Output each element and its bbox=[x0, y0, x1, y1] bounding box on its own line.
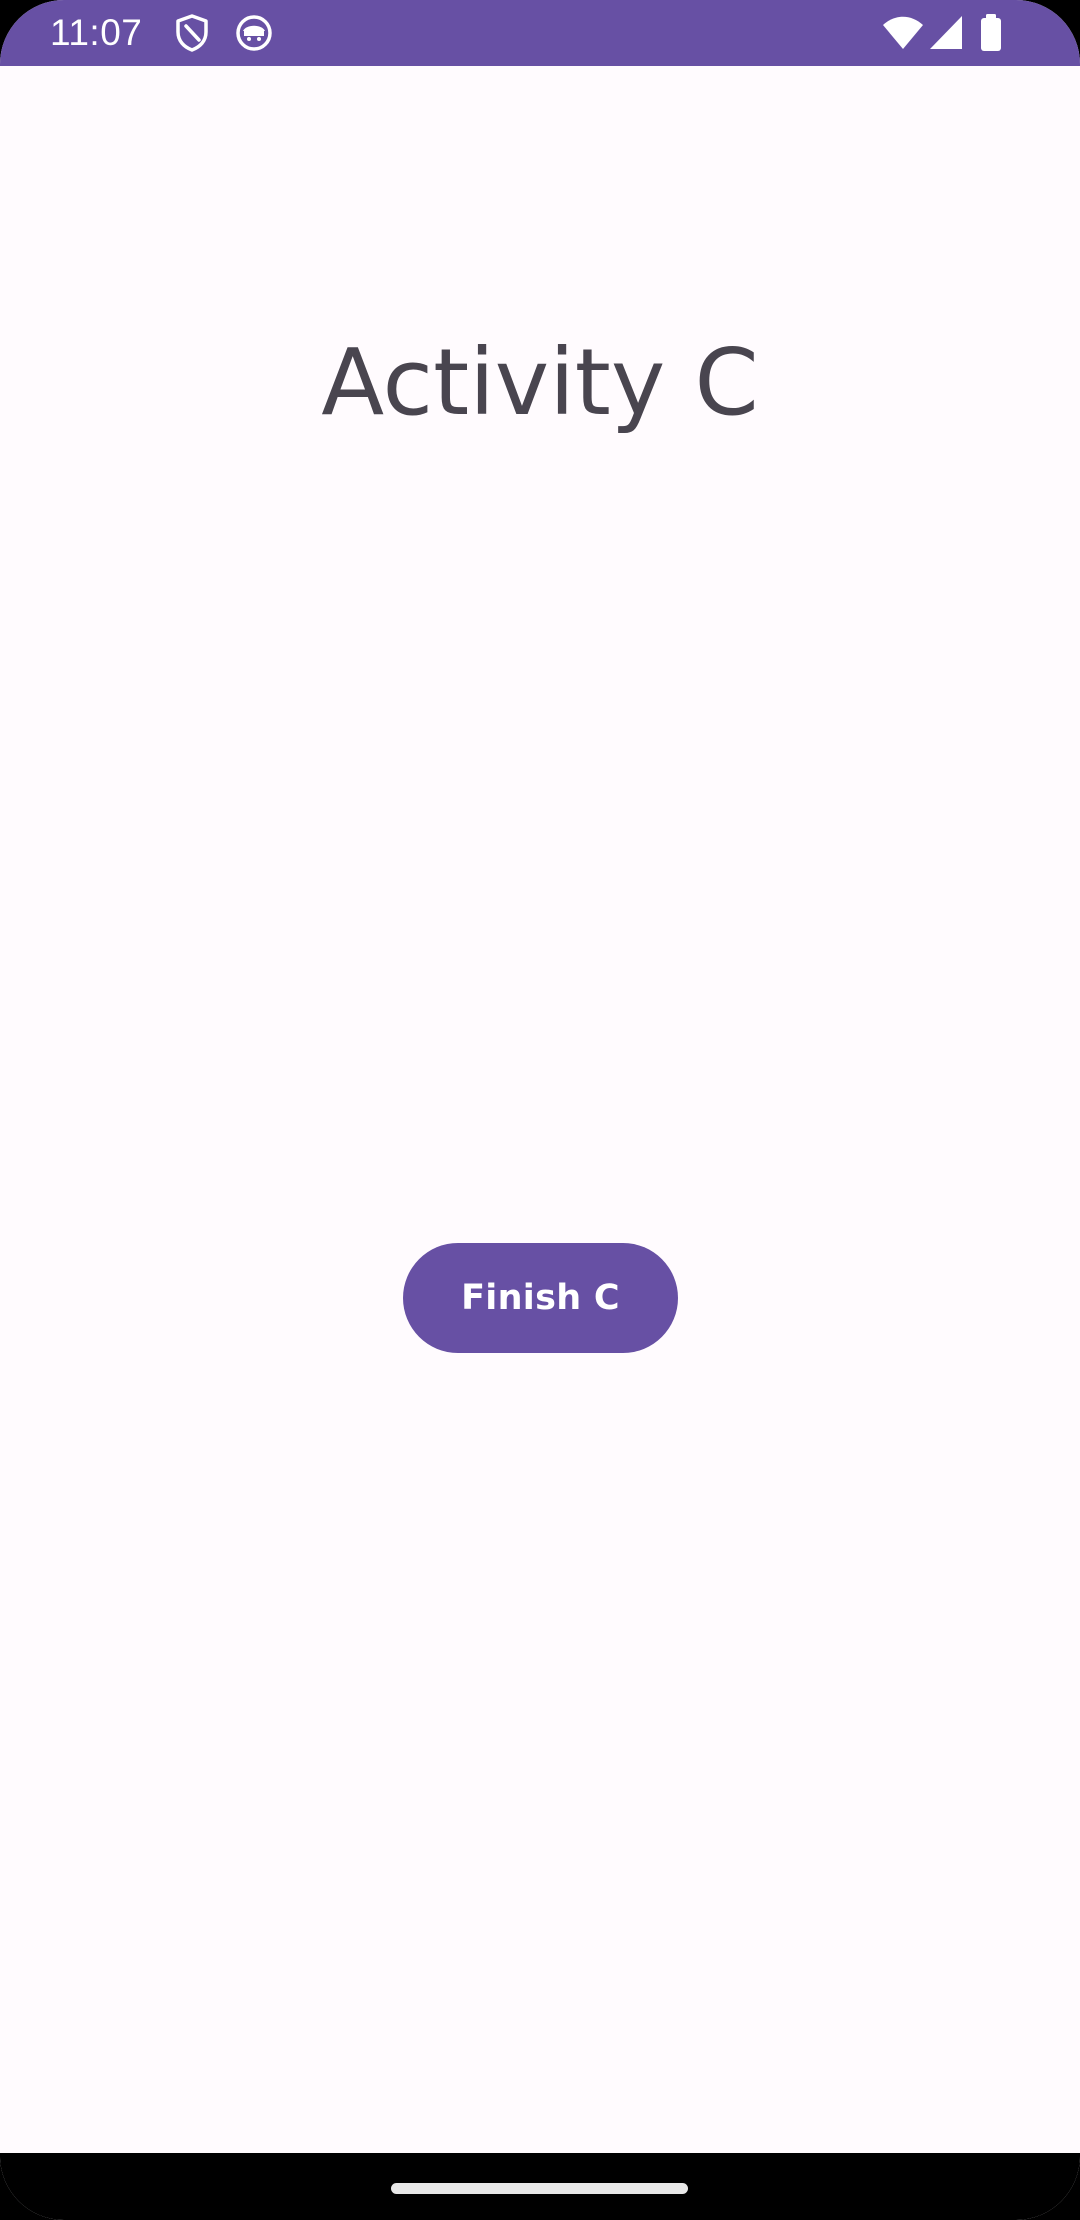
app-screen: 11:07 Activity C Finish C bbox=[0, 0, 1080, 2220]
robot-face-icon bbox=[234, 13, 274, 53]
status-time: 11:07 bbox=[50, 12, 143, 53]
gesture-handle[interactable] bbox=[391, 2183, 688, 2194]
finish-c-button[interactable]: Finish C bbox=[403, 1243, 678, 1353]
battery-icon bbox=[978, 13, 1004, 53]
wifi-icon bbox=[882, 13, 924, 53]
shield-icon bbox=[172, 13, 212, 53]
cellular-signal-icon bbox=[928, 13, 964, 53]
page-title: Activity C bbox=[321, 329, 759, 436]
status-bar: 11:07 bbox=[0, 0, 1080, 66]
navigation-bar bbox=[0, 2153, 1080, 2220]
